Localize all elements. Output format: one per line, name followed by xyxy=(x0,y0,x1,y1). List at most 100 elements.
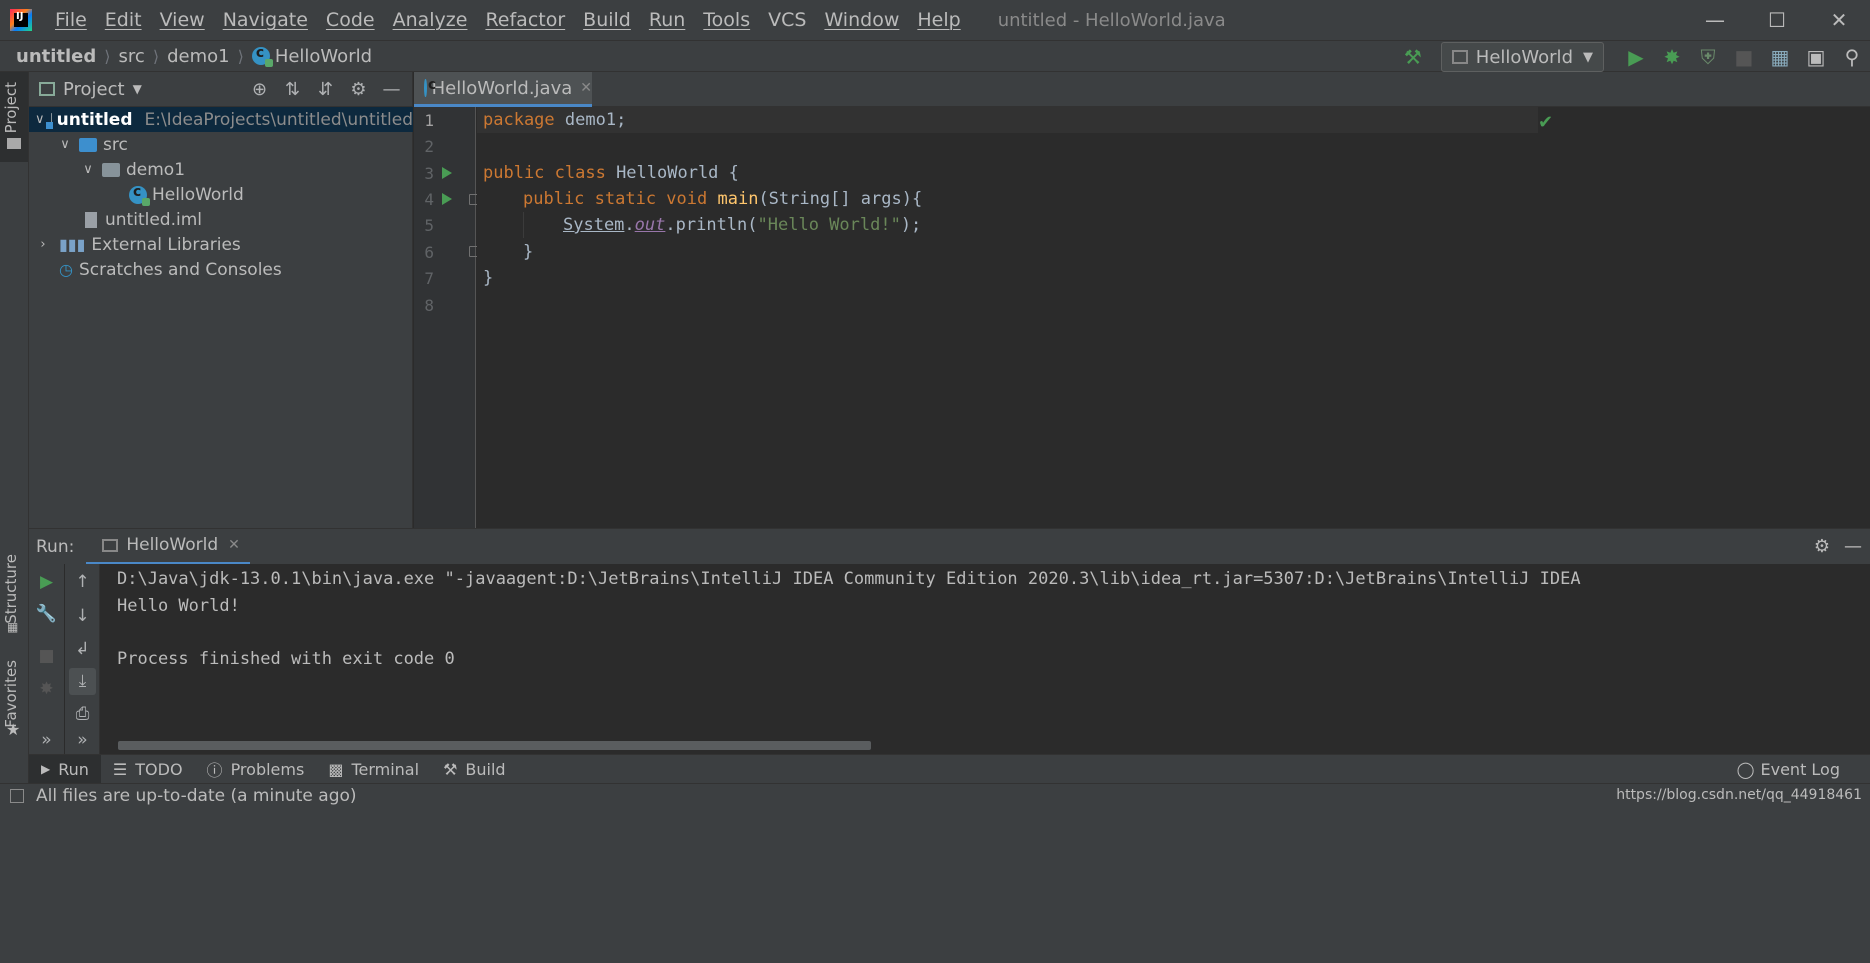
run-toolbar-secondary: ↑ ↓ ↲ ⤓ ⎙ » xyxy=(65,564,100,754)
menu-run[interactable]: Run xyxy=(640,9,694,31)
project-view-icon xyxy=(39,82,55,96)
menu-help[interactable]: Help xyxy=(908,9,969,31)
more-icon[interactable]: » xyxy=(29,730,64,750)
status-toggle-icon[interactable] xyxy=(10,789,24,803)
tool-tab-run[interactable]: ▶ Run xyxy=(29,754,101,784)
line-number: 6 xyxy=(424,243,434,262)
run-console[interactable]: D:\Java\jdk-13.0.1\bin\java.exe "-javaag… xyxy=(100,564,1870,754)
code-editor[interactable]: package demo1; public class HelloWorld {… xyxy=(477,107,1870,528)
build-hammer-icon[interactable]: ⚒ xyxy=(1395,42,1431,72)
chevron-down-icon[interactable]: ∨ xyxy=(57,137,73,152)
menu-view[interactable]: View xyxy=(151,9,214,31)
code-token: . xyxy=(624,215,635,235)
java-class-icon xyxy=(424,77,435,97)
chevron-down-icon[interactable]: ∨ xyxy=(80,162,96,177)
console-horizontal-scrollbar[interactable] xyxy=(118,741,871,750)
stop-icon[interactable]: ■ xyxy=(1726,42,1762,72)
run-with-coverage-icon[interactable]: ⛨ xyxy=(1690,42,1726,72)
debug-bug-icon[interactable]: ✸ xyxy=(1654,42,1690,72)
breadcrumb-src[interactable]: src xyxy=(119,46,145,67)
java-class-icon xyxy=(251,45,273,67)
menu-build[interactable]: Build xyxy=(574,9,640,31)
tree-item-label: Scratches and Consoles xyxy=(78,259,282,280)
project-panel-title[interactable]: Project xyxy=(63,79,125,100)
tree-item-class[interactable]: HelloWorld xyxy=(29,182,413,207)
tool-tab-build[interactable]: ⚒ Build xyxy=(431,755,518,784)
menu-navigate[interactable]: Navigate xyxy=(214,9,317,31)
chevron-right-icon: ⟩ xyxy=(237,46,244,66)
event-log-button[interactable]: ◯ Event Log xyxy=(1737,755,1840,784)
presentation-icon[interactable]: ▣ xyxy=(1798,42,1834,72)
structure-tool-tab[interactable]: Structure xyxy=(2,554,20,624)
run-gutter-icon[interactable] xyxy=(442,167,452,179)
console-line: D:\Java\jdk-13.0.1\bin\java.exe "-javaag… xyxy=(117,569,1581,589)
chevron-right-icon[interactable]: › xyxy=(35,237,51,252)
editor-tab-helloworld[interactable]: HelloWorld.java ✕ xyxy=(414,72,592,107)
arrow-up-icon[interactable]: ↑ xyxy=(65,572,100,592)
tree-item-package[interactable]: ∨ demo1 xyxy=(29,157,413,182)
project-structure-icon[interactable]: ▦ xyxy=(1762,42,1798,72)
tree-item-external-libraries[interactable]: › ▮▮▮ External Libraries xyxy=(29,232,413,257)
breadcrumb-project[interactable]: untitled xyxy=(16,46,96,67)
close-window-button[interactable]: ✕ xyxy=(1808,0,1870,40)
java-class-icon xyxy=(129,184,150,206)
run-tab-helloworld[interactable]: HelloWorld ✕ xyxy=(86,529,250,565)
tree-item-scratches[interactable]: ◷ Scratches and Consoles xyxy=(29,257,413,282)
chevron-down-icon[interactable]: ▼ xyxy=(133,82,142,96)
menu-vcs[interactable]: VCS xyxy=(759,9,815,31)
chevron-down-icon[interactable]: ∨ xyxy=(35,112,45,127)
chevron-right-icon: ⟩ xyxy=(104,46,111,66)
debug-bug-icon[interactable]: ✸ xyxy=(29,679,64,699)
stop-icon[interactable]: ■ xyxy=(29,646,64,666)
run-config-icon xyxy=(1451,50,1468,64)
project-tool-tab[interactable]: Project xyxy=(2,82,20,133)
tree-item-project-root[interactable]: ∨ untitled E:\IdeaProjects\untitled\unti… xyxy=(29,107,413,132)
code-token: HelloWorld { xyxy=(605,163,739,183)
menu-edit[interactable]: Edit xyxy=(96,9,151,31)
run-gutter-icon[interactable] xyxy=(442,193,452,205)
chevron-right-icon: ⟩ xyxy=(152,46,160,66)
menu-refactor[interactable]: Refactor xyxy=(476,9,574,31)
tool-tab-terminal[interactable]: ▩ Terminal xyxy=(316,755,431,784)
gear-icon[interactable]: ⚙ xyxy=(1814,536,1830,557)
star-icon: ★ xyxy=(6,720,21,739)
soft-wrap-icon[interactable]: ↲ xyxy=(65,639,100,659)
search-icon[interactable]: ⚲ xyxy=(1834,42,1870,72)
breadcrumb-package[interactable]: demo1 xyxy=(167,46,230,67)
maximize-button[interactable]: ☐ xyxy=(1746,0,1808,40)
hide-panel-icon[interactable]: — xyxy=(1844,536,1862,557)
close-icon[interactable]: ✕ xyxy=(580,80,592,96)
scroll-to-end-icon[interactable]: ⤓ xyxy=(65,671,100,691)
breadcrumb-class[interactable]: HelloWorld xyxy=(275,46,372,67)
package-icon xyxy=(102,162,120,177)
tree-item-iml[interactable]: untitled.iml xyxy=(29,207,413,232)
tool-tab-problems[interactable]: ⓘ Problems xyxy=(195,755,317,784)
menu-analyze[interactable]: Analyze xyxy=(384,9,477,31)
wrench-icon[interactable]: 🔧 xyxy=(29,604,64,624)
expand-all-icon[interactable]: ⇅ xyxy=(276,79,309,100)
menu-window[interactable]: Window xyxy=(815,9,908,31)
gear-icon[interactable]: ⚙ xyxy=(342,79,375,100)
bottom-tool-tabs: ▶ Run ☰ TODO ⓘ Problems ▩ Terminal ⚒ Bui… xyxy=(29,754,1870,784)
run-config-dropdown[interactable]: HelloWorld ▼ xyxy=(1440,42,1604,72)
more-icon[interactable]: » xyxy=(65,730,100,750)
locate-target-icon[interactable]: ⊕ xyxy=(243,79,276,100)
menu-code[interactable]: Code xyxy=(317,9,384,31)
minimize-button[interactable]: — xyxy=(1684,0,1746,40)
menu-file[interactable]: File xyxy=(46,9,96,31)
list-icon: ☰ xyxy=(112,759,128,779)
event-log-icon: ◯ xyxy=(1736,760,1755,779)
no-problems-check-icon[interactable]: ✔ xyxy=(1538,112,1553,133)
rerun-icon[interactable]: ▶ xyxy=(29,572,64,592)
close-icon[interactable]: ✕ xyxy=(228,537,240,553)
hide-panel-icon[interactable]: — xyxy=(375,79,408,100)
print-icon[interactable]: ⎙ xyxy=(65,704,100,724)
code-line-3: public class HelloWorld { xyxy=(483,160,739,186)
run-icon[interactable]: ▶ xyxy=(1618,42,1654,72)
tool-tab-todo[interactable]: ☰ TODO xyxy=(101,755,195,784)
arrow-down-icon[interactable]: ↓ xyxy=(65,606,100,626)
menu-tools[interactable]: Tools xyxy=(694,9,759,31)
favorites-tool-tab[interactable]: Favorites xyxy=(2,660,20,728)
collapse-all-icon[interactable]: ⇵ xyxy=(309,79,342,100)
tree-item-src[interactable]: ∨ src xyxy=(29,132,413,157)
